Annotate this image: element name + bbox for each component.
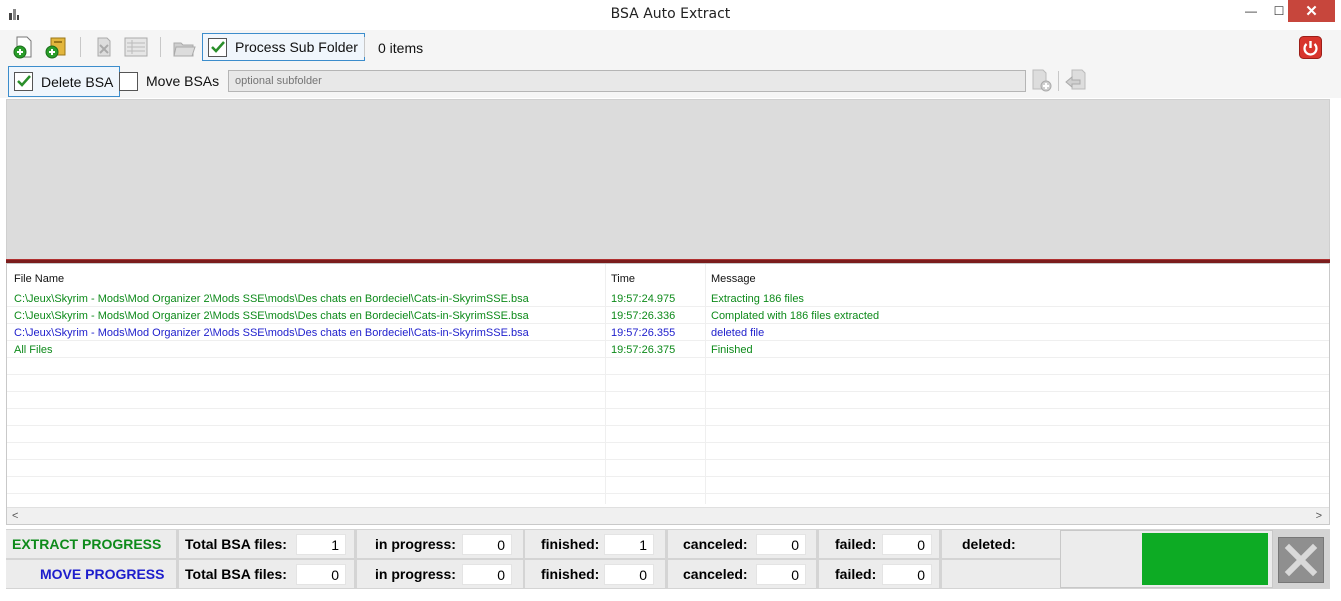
move-progress-title: MOVE PROGRESS: [6, 560, 176, 588]
extract-progress-row: EXTRACT PROGRESS Total BSA files: 1 in p…: [6, 530, 1060, 558]
table-row[interactable]: [7, 460, 1329, 477]
move-bsas-checkbox[interactable]: Move BSAs: [114, 67, 225, 95]
move-progress-row: MOVE PROGRESS Total BSA files: 0 in prog…: [6, 560, 1060, 588]
column-header-time[interactable]: Time: [611, 273, 635, 285]
checkbox-checked[interactable]: [14, 72, 33, 91]
extract-finished-value: 1: [604, 534, 654, 555]
scroll-left-arrow[interactable]: <: [12, 510, 18, 522]
checkmark-icon: [17, 75, 31, 87]
move-total-value: 0: [296, 564, 346, 585]
table-row[interactable]: [7, 477, 1329, 494]
checkmark-icon: [211, 40, 225, 53]
add-folder-icon[interactable]: [44, 35, 68, 59]
move-empty-cell: [942, 560, 1060, 588]
list-icon[interactable]: [124, 35, 148, 59]
checkbox-checked[interactable]: [208, 37, 227, 57]
toolbar-separator: [1058, 71, 1059, 91]
add-file-icon[interactable]: [12, 35, 36, 59]
move-finished-value: 0: [604, 564, 654, 585]
log-list[interactable]: File Name Time Message C:\Jeux\Skyrim - …: [6, 263, 1330, 525]
table-row[interactable]: [7, 392, 1329, 409]
extract-in-progress-value: 0: [462, 534, 512, 555]
extract-failed-value: 0: [882, 534, 932, 555]
cell-message: Complated with 186 files extracted: [711, 310, 880, 322]
main-toolbar: Process Sub Folder 0 items: [0, 30, 1341, 64]
table-row[interactable]: [7, 443, 1329, 460]
title-bar: BSA Auto Extract — ☐ ✕: [0, 0, 1341, 30]
checkbox-unchecked[interactable]: [119, 71, 138, 91]
cell-file-name: C:\Jeux\Skyrim - Mods\Mod Organizer 2\Mo…: [14, 310, 529, 322]
delete-bsa-checkbox[interactable]: Delete BSA: [8, 66, 121, 97]
table-row[interactable]: C:\Jeux\Skyrim - Mods\Mod Organizer 2\Mo…: [7, 307, 1329, 324]
table-row[interactable]: C:\Jeux\Skyrim - Mods\Mod Organizer 2\Mo…: [7, 290, 1329, 307]
subfolder-field[interactable]: [228, 70, 1026, 92]
close-button[interactable]: ✕: [1288, 0, 1335, 22]
cell-file-name: All Files: [14, 344, 53, 356]
remove-icon[interactable]: [92, 35, 116, 59]
horizontal-scrollbar[interactable]: < >: [7, 507, 1329, 524]
column-header-file-name[interactable]: File Name: [14, 273, 64, 285]
toolbar-separator: [80, 37, 81, 57]
power-icon[interactable]: [1299, 36, 1322, 59]
window-title: BSA Auto Extract: [610, 6, 731, 22]
toolbar-separator: [364, 37, 365, 57]
table-row[interactable]: C:\Jeux\Skyrim - Mods\Mod Organizer 2\Mo…: [7, 324, 1329, 341]
column-header-message[interactable]: Message: [711, 273, 756, 285]
cell-time: 19:57:26.336: [611, 310, 676, 322]
items-count: 0 items: [378, 40, 424, 56]
cancel-button[interactable]: [1278, 537, 1324, 583]
add-subfolder-icon[interactable]: [1030, 68, 1054, 92]
extract-deleted-cell: deleted:: [942, 530, 1060, 558]
cell-time: 19:57:26.355: [611, 327, 676, 339]
cell-file-name: C:\Jeux\Skyrim - Mods\Mod Organizer 2\Mo…: [14, 293, 529, 305]
cell-file-name: C:\Jeux\Skyrim - Mods\Mod Organizer 2\Mo…: [14, 327, 529, 339]
list-header: File Name Time Message: [7, 269, 1329, 289]
scroll-right-arrow[interactable]: >: [1316, 510, 1322, 522]
extract-progress-title: EXTRACT PROGRESS: [6, 530, 176, 558]
table-row[interactable]: All Files 19:57:26.375 Finished: [7, 341, 1329, 358]
subfolder-input[interactable]: [229, 71, 1025, 91]
move-canceled-value: 0: [756, 564, 806, 585]
table-row[interactable]: [7, 375, 1329, 392]
move-bsas-label: Move BSAs: [146, 73, 220, 89]
table-row[interactable]: [7, 409, 1329, 426]
extract-total-value: 1: [296, 534, 346, 555]
process-sub-folder-label: Process Sub Folder: [235, 39, 358, 55]
cell-time: 19:57:24.975: [611, 293, 676, 305]
process-sub-folder-checkbox[interactable]: Process Sub Folder: [202, 33, 365, 61]
table-row[interactable]: [7, 426, 1329, 443]
move-failed-value: 0: [882, 564, 932, 585]
preview-panel: [6, 99, 1330, 260]
delete-bsa-label: Delete BSA: [41, 73, 114, 90]
cell-message: deleted file: [711, 327, 765, 339]
move-in-progress-value: 0: [462, 564, 512, 585]
move-arrow-icon[interactable]: [1064, 68, 1088, 92]
cell-message: Extracting 186 files: [711, 293, 804, 305]
open-folder-icon[interactable]: [172, 36, 196, 60]
table-row[interactable]: [7, 358, 1329, 375]
cancel-x-icon: [1284, 543, 1318, 577]
cell-message: Finished: [711, 344, 753, 356]
status-indicator: [1142, 533, 1268, 585]
extract-canceled-value: 0: [756, 534, 806, 555]
toolbar-separator: [160, 37, 161, 57]
cell-time: 19:57:26.375: [611, 344, 676, 356]
